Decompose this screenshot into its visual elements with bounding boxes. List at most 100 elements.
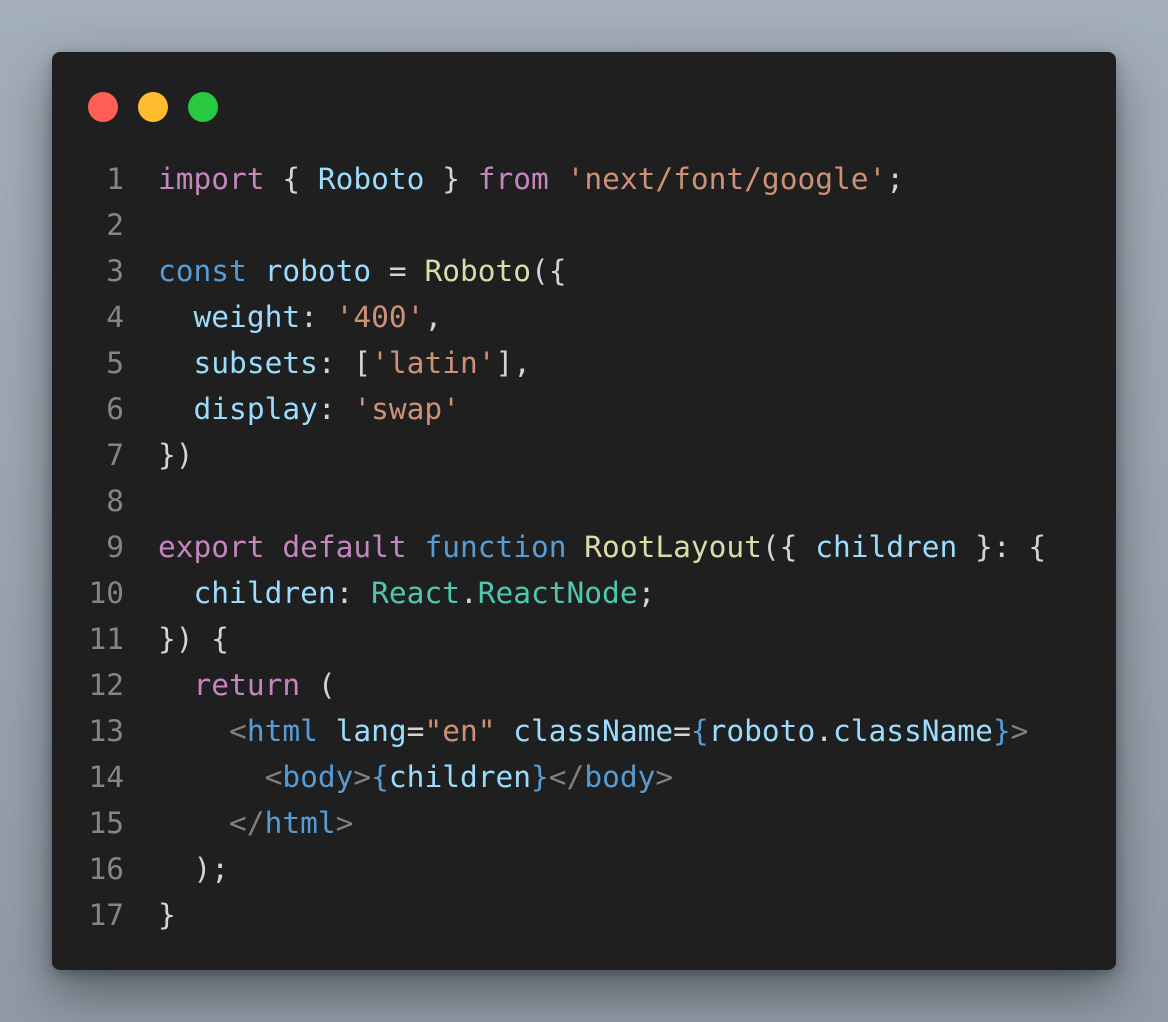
line-number: 4 [106, 300, 124, 334]
code-token: ); [158, 852, 230, 886]
code-token: ({ [531, 254, 567, 288]
line-number: 6 [106, 392, 124, 426]
line-number: 8 [106, 484, 124, 518]
code-token: const [158, 254, 247, 288]
code-token: html [264, 806, 336, 840]
code-token: < [229, 714, 247, 748]
code-token: from [477, 162, 549, 196]
line-number: 14 [88, 760, 124, 794]
line-number: 2 [106, 208, 124, 242]
line-source: <body>{children}</body> [158, 754, 674, 800]
code-token: = [673, 714, 691, 748]
code-token: . [459, 576, 478, 610]
code-token: display [193, 392, 318, 426]
code-token: 'next/font/google' [566, 162, 887, 196]
code-token: : [ [317, 346, 372, 380]
line-source: export default function RootLayout({ chi… [158, 524, 1046, 570]
line-number: 5 [106, 346, 124, 380]
code-token: . [815, 714, 833, 748]
line-number: 3 [106, 254, 124, 288]
code-token: RootLayout [584, 530, 762, 564]
code-token: children [193, 576, 336, 610]
line-source: ); [158, 846, 230, 892]
code-token: className [513, 714, 674, 748]
code-token: '400' [335, 300, 425, 334]
code-token: { [264, 162, 318, 196]
code-token: children [388, 760, 532, 794]
code-token: { [690, 714, 709, 748]
code-token: default [282, 530, 407, 564]
code-token: , [424, 300, 443, 334]
line-number: 12 [88, 668, 124, 702]
code-window: 1 import { Roboto } from 'next/font/googl… [52, 52, 1116, 970]
code-token: Roboto [317, 162, 425, 196]
code-token: html [246, 714, 318, 748]
line-number: 15 [88, 806, 124, 840]
line-number: 11 [88, 622, 124, 656]
code-token: } [992, 714, 1011, 748]
maximize-button[interactable] [188, 92, 218, 122]
line-source: }) { [158, 616, 229, 662]
code-token: </ [229, 806, 265, 840]
code-token: = [406, 714, 425, 748]
code-token: Roboto [424, 254, 532, 288]
code-token: export [158, 530, 265, 564]
code-token: 'latin' [371, 346, 496, 380]
code-token: roboto [264, 254, 372, 288]
code-token: className [832, 714, 993, 748]
code-token: } [424, 162, 478, 196]
code-token: body [584, 760, 656, 794]
code-token: < [264, 760, 283, 794]
code-token: </ [548, 760, 585, 794]
code-token: ({ [761, 530, 816, 564]
code-token: > [655, 760, 674, 794]
code-token: function [424, 530, 567, 564]
close-button[interactable] [88, 92, 118, 122]
code-token: }) { [158, 622, 230, 656]
code-token: import [158, 162, 265, 196]
line-source: subsets: ['latin'], [158, 340, 531, 386]
code-token: }: { [957, 530, 1047, 564]
code-token: roboto [708, 714, 816, 748]
code-token: subsets [193, 346, 318, 380]
line-number: 1 [106, 162, 124, 196]
code-token: lang [335, 714, 407, 748]
code-token: } [158, 898, 176, 932]
code-token: ( [300, 668, 336, 702]
code-token: return [193, 668, 301, 702]
code-token: ReactNode [477, 576, 638, 610]
line-source: return ( [158, 662, 336, 708]
code-token: } [531, 760, 549, 794]
code-token: > [353, 760, 372, 794]
code-token: : [335, 576, 372, 610]
code-token: body [282, 760, 354, 794]
line-source: import { Roboto } from 'next/font/google… [158, 156, 904, 202]
line-source: display: 'swap' [158, 386, 460, 432]
line-number: 16 [88, 852, 124, 886]
code-token: }) [158, 438, 194, 472]
line-source: </html> [158, 800, 353, 846]
line-source: const roboto = Roboto({ [158, 248, 567, 294]
code-token: > [1010, 714, 1029, 748]
line-source: weight: '400', [158, 294, 443, 340]
line-number: 17 [88, 898, 124, 932]
line-source: }) [158, 432, 194, 478]
line-source: children: React.ReactNode; [158, 570, 656, 616]
code-token: > [335, 806, 354, 840]
code-token: : [300, 300, 336, 334]
minimize-button[interactable] [138, 92, 168, 122]
line-source: <html lang="en" className={roboto.classN… [158, 708, 1028, 754]
code-token: "en" [424, 714, 496, 748]
code-token: 'swap' [353, 392, 460, 426]
